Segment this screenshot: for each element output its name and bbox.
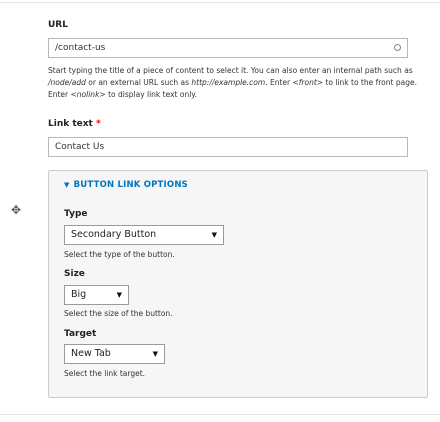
target-select-value: New Tab xyxy=(71,348,111,359)
link-text-input-value: Contact Us xyxy=(55,142,105,152)
button-link-options-legend: BUTTON LINK OPTIONS xyxy=(73,180,188,190)
type-description: Select the type of the button. xyxy=(64,250,175,259)
size-select[interactable]: Big ▼ xyxy=(64,285,129,305)
drag-handle-icon[interactable]: ✥ xyxy=(11,203,21,217)
required-marker: * xyxy=(96,119,101,129)
target-label: Target xyxy=(64,329,97,339)
type-select[interactable]: Secondary Button ▼ xyxy=(64,225,224,245)
url-input-value: /contact-us xyxy=(55,43,106,53)
top-divider xyxy=(0,2,440,3)
button-link-options-toggle[interactable]: ▼ BUTTON LINK OPTIONS xyxy=(64,180,188,190)
target-select[interactable]: New Tab ▼ xyxy=(64,344,165,364)
autocomplete-throbber-icon xyxy=(394,44,401,51)
type-select-value: Secondary Button xyxy=(71,229,157,240)
bottom-divider xyxy=(0,414,440,415)
url-description: Start typing the title of a piece of con… xyxy=(48,66,417,99)
link-text-label: Link text * xyxy=(48,119,101,129)
size-select-value: Big xyxy=(71,289,87,300)
size-description: Select the size of the button. xyxy=(64,309,173,318)
chevron-down-icon: ▼ xyxy=(116,291,122,299)
chevron-down-icon: ▼ xyxy=(211,231,217,239)
size-label: Size xyxy=(64,269,85,279)
collapse-triangle-icon: ▼ xyxy=(64,181,70,189)
link-text-input[interactable]: Contact Us xyxy=(48,137,408,157)
url-label: URL xyxy=(48,20,68,30)
type-label: Type xyxy=(64,209,88,219)
target-description: Select the link target. xyxy=(64,369,146,378)
chevron-down-icon: ▼ xyxy=(152,350,158,358)
url-input[interactable]: /contact-us xyxy=(48,38,408,58)
